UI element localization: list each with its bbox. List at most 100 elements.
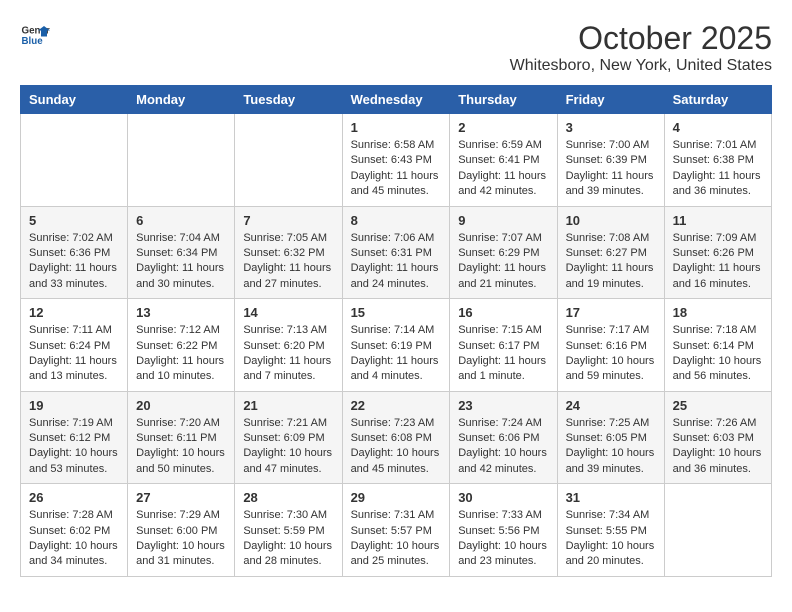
day-number: 16 (458, 305, 548, 320)
calendar-table: SundayMondayTuesdayWednesdayThursdayFrid… (20, 85, 772, 577)
day-info: Sunrise: 7:06 AM Sunset: 6:31 PM Dayligh… (351, 231, 442, 293)
calendar-cell: 7 Sunrise: 7:05 AM Sunset: 6:32 PM Daylig… (235, 206, 342, 299)
day-number: 9 (458, 213, 548, 228)
calendar-cell: 6 Sunrise: 7:04 AM Sunset: 6:34 PM Daylig… (128, 206, 235, 299)
calendar-cell (128, 114, 235, 207)
calendar-cell: 8 Sunrise: 7:06 AM Sunset: 6:31 PM Daylig… (342, 206, 450, 299)
location-title: Whitesboro, New York, United States (510, 57, 772, 75)
calendar-cell: 15Sunrise: 7:14 AM Sunset: 6:19 PM Dayli… (342, 299, 450, 392)
day-info: Sunrise: 7:20 AM Sunset: 6:11 PM Dayligh… (136, 416, 226, 478)
day-number: 3 (566, 120, 656, 135)
svg-text:Blue: Blue (22, 36, 44, 47)
calendar-week-row: 1 Sunrise: 6:58 AM Sunset: 6:43 PM Daylig… (21, 114, 772, 207)
day-number: 13 (136, 305, 226, 320)
weekday-header-monday: Monday (128, 86, 235, 114)
day-info: Sunrise: 7:00 AM Sunset: 6:39 PM Dayligh… (566, 138, 656, 200)
day-info: Sunrise: 7:14 AM Sunset: 6:19 PM Dayligh… (351, 323, 442, 385)
day-info: Sunrise: 7:13 AM Sunset: 6:20 PM Dayligh… (243, 323, 333, 385)
weekday-header-thursday: Thursday (450, 86, 557, 114)
calendar-cell: 22Sunrise: 7:23 AM Sunset: 6:08 PM Dayli… (342, 391, 450, 484)
day-number: 26 (29, 490, 119, 505)
calendar-cell (664, 484, 771, 577)
calendar-cell: 25 Sunrise: 7:26 AM Sunset: 6:03 PM Dayli… (664, 391, 771, 484)
day-number: 8 (351, 213, 442, 228)
calendar-header: SundayMondayTuesdayWednesdayThursdayFrid… (21, 86, 772, 114)
day-number: 2 (458, 120, 548, 135)
day-number: 21 (243, 398, 333, 413)
day-number: 6 (136, 213, 226, 228)
weekday-header-sunday: Sunday (21, 86, 128, 114)
day-number: 31 (566, 490, 656, 505)
day-number: 27 (136, 490, 226, 505)
weekday-header-wednesday: Wednesday (342, 86, 450, 114)
calendar-cell: 12 Sunrise: 7:11 AM Sunset: 6:24 PM Dayli… (21, 299, 128, 392)
day-info: Sunrise: 7:26 AM Sunset: 6:03 PM Dayligh… (673, 416, 763, 478)
day-number: 29 (351, 490, 442, 505)
day-number: 20 (136, 398, 226, 413)
day-info: Sunrise: 7:21 AM Sunset: 6:09 PM Dayligh… (243, 416, 333, 478)
day-info: Sunrise: 6:58 AM Sunset: 6:43 PM Dayligh… (351, 138, 442, 200)
day-number: 1 (351, 120, 442, 135)
calendar-cell: 14Sunrise: 7:13 AM Sunset: 6:20 PM Dayli… (235, 299, 342, 392)
day-info: Sunrise: 6:59 AM Sunset: 6:41 PM Dayligh… (458, 138, 548, 200)
calendar-cell: 9Sunrise: 7:07 AM Sunset: 6:29 PM Daylig… (450, 206, 557, 299)
calendar-cell: 17Sunrise: 7:17 AM Sunset: 6:16 PM Dayli… (557, 299, 664, 392)
calendar-cell: 27 Sunrise: 7:29 AM Sunset: 6:00 PM Dayli… (128, 484, 235, 577)
calendar-cell: 13 Sunrise: 7:12 AM Sunset: 6:22 PM Dayli… (128, 299, 235, 392)
day-info: Sunrise: 7:28 AM Sunset: 6:02 PM Dayligh… (29, 508, 119, 570)
weekday-header-row: SundayMondayTuesdayWednesdayThursdayFrid… (21, 86, 772, 114)
calendar-cell: 4Sunrise: 7:01 AM Sunset: 6:38 PM Daylig… (664, 114, 771, 207)
calendar-cell: 16 Sunrise: 7:15 AM Sunset: 6:17 PM Dayli… (450, 299, 557, 392)
calendar-cell: 5Sunrise: 7:02 AM Sunset: 6:36 PM Daylig… (21, 206, 128, 299)
day-info: Sunrise: 7:31 AM Sunset: 5:57 PM Dayligh… (351, 508, 442, 570)
calendar-week-row: 19Sunrise: 7:19 AM Sunset: 6:12 PM Dayli… (21, 391, 772, 484)
page-header: General Blue October 2025 Whitesboro, Ne… (20, 20, 772, 75)
day-info: Sunrise: 7:04 AM Sunset: 6:34 PM Dayligh… (136, 231, 226, 293)
day-info: Sunrise: 7:34 AM Sunset: 5:55 PM Dayligh… (566, 508, 656, 570)
day-number: 18 (673, 305, 763, 320)
day-number: 25 (673, 398, 763, 413)
title-area: October 2025 Whitesboro, New York, Unite… (510, 20, 772, 75)
calendar-cell (235, 114, 342, 207)
day-info: Sunrise: 7:25 AM Sunset: 6:05 PM Dayligh… (566, 416, 656, 478)
calendar-week-row: 12 Sunrise: 7:11 AM Sunset: 6:24 PM Dayli… (21, 299, 772, 392)
calendar-cell: 1 Sunrise: 6:58 AM Sunset: 6:43 PM Daylig… (342, 114, 450, 207)
calendar-cell: 26 Sunrise: 7:28 AM Sunset: 6:02 PM Dayli… (21, 484, 128, 577)
day-number: 12 (29, 305, 119, 320)
day-number: 24 (566, 398, 656, 413)
day-info: Sunrise: 7:15 AM Sunset: 6:17 PM Dayligh… (458, 323, 548, 385)
month-title: October 2025 (510, 20, 772, 57)
calendar-cell: 3 Sunrise: 7:00 AM Sunset: 6:39 PM Daylig… (557, 114, 664, 207)
logo: General Blue (20, 20, 50, 50)
day-number: 5 (29, 213, 119, 228)
weekday-header-saturday: Saturday (664, 86, 771, 114)
calendar-body: 1 Sunrise: 6:58 AM Sunset: 6:43 PM Daylig… (21, 114, 772, 577)
calendar-cell: 20 Sunrise: 7:20 AM Sunset: 6:11 PM Dayli… (128, 391, 235, 484)
weekday-header-tuesday: Tuesday (235, 86, 342, 114)
calendar-cell: 30 Sunrise: 7:33 AM Sunset: 5:56 PM Dayli… (450, 484, 557, 577)
calendar-cell: 28 Sunrise: 7:30 AM Sunset: 5:59 PM Dayli… (235, 484, 342, 577)
calendar-cell: 18 Sunrise: 7:18 AM Sunset: 6:14 PM Dayli… (664, 299, 771, 392)
day-number: 7 (243, 213, 333, 228)
day-number: 30 (458, 490, 548, 505)
calendar-cell: 23 Sunrise: 7:24 AM Sunset: 6:06 PM Dayli… (450, 391, 557, 484)
calendar-cell: 11 Sunrise: 7:09 AM Sunset: 6:26 PM Dayli… (664, 206, 771, 299)
day-info: Sunrise: 7:17 AM Sunset: 6:16 PM Dayligh… (566, 323, 656, 385)
day-info: Sunrise: 7:33 AM Sunset: 5:56 PM Dayligh… (458, 508, 548, 570)
day-info: Sunrise: 7:29 AM Sunset: 6:00 PM Dayligh… (136, 508, 226, 570)
day-info: Sunrise: 7:18 AM Sunset: 6:14 PM Dayligh… (673, 323, 763, 385)
day-info: Sunrise: 7:09 AM Sunset: 6:26 PM Dayligh… (673, 231, 763, 293)
day-info: Sunrise: 7:01 AM Sunset: 6:38 PM Dayligh… (673, 138, 763, 200)
day-info: Sunrise: 7:08 AM Sunset: 6:27 PM Dayligh… (566, 231, 656, 293)
day-info: Sunrise: 7:05 AM Sunset: 6:32 PM Dayligh… (243, 231, 333, 293)
day-number: 23 (458, 398, 548, 413)
day-number: 11 (673, 213, 763, 228)
calendar-cell: 31 Sunrise: 7:34 AM Sunset: 5:55 PM Dayli… (557, 484, 664, 577)
day-info: Sunrise: 7:19 AM Sunset: 6:12 PM Dayligh… (29, 416, 119, 478)
day-info: Sunrise: 7:11 AM Sunset: 6:24 PM Dayligh… (29, 323, 119, 385)
day-info: Sunrise: 7:12 AM Sunset: 6:22 PM Dayligh… (136, 323, 226, 385)
calendar-cell (21, 114, 128, 207)
day-info: Sunrise: 7:24 AM Sunset: 6:06 PM Dayligh… (458, 416, 548, 478)
day-info: Sunrise: 7:30 AM Sunset: 5:59 PM Dayligh… (243, 508, 333, 570)
day-number: 28 (243, 490, 333, 505)
